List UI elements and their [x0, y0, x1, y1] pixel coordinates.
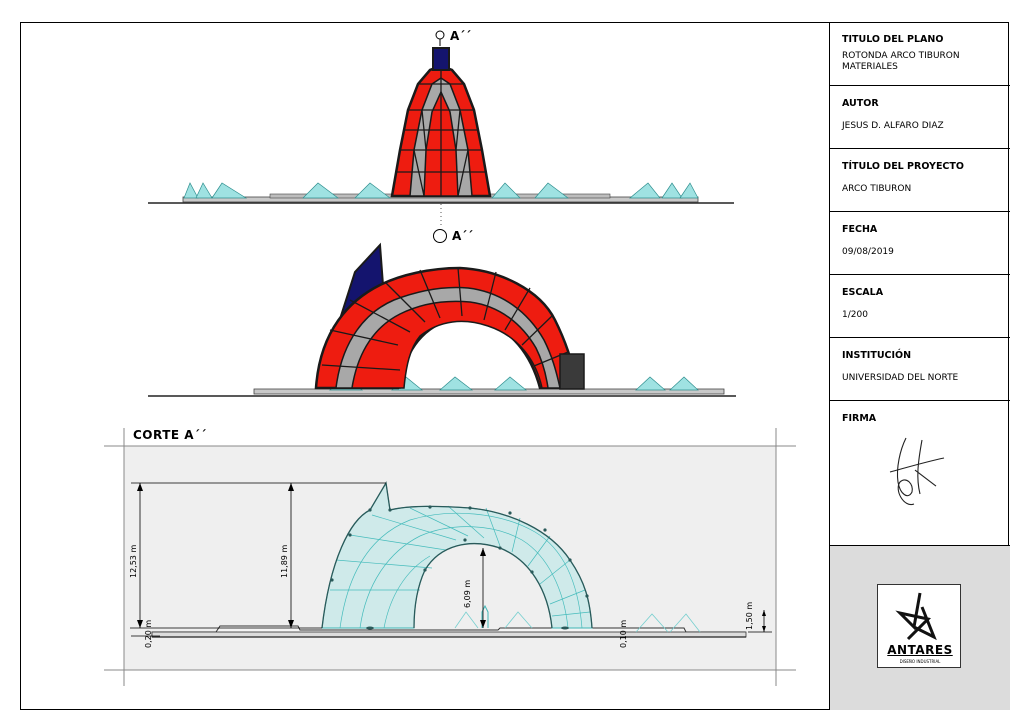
section-marker-middle: [433, 229, 447, 243]
dim-overall-height: 12,53 m: [129, 545, 138, 578]
section-marker-top: [435, 30, 445, 46]
titleblock-autor: AUTOR JESUS D. ALFARO DIAZ: [830, 86, 1010, 149]
titleblock-plano-value: ROTONDA ARCO TIBURON MATERIALES: [842, 51, 960, 72]
titleblock-firma-label: FIRMA: [842, 413, 877, 424]
logo-subtitle: DISEÑO INDUSTRIAL: [899, 659, 941, 664]
titleblock-plano: TITULO DEL PLANO ROTONDA ARCO TIBURON MA…: [830, 22, 1010, 86]
titleblock-institucion-value: UNIVERSIDAD DEL NORTE: [842, 373, 959, 383]
side-elevation: [148, 242, 736, 397]
titleblock-escala-label: ESCALA: [842, 287, 884, 298]
section-marker-top-label: A´´: [450, 29, 472, 43]
titleblock-proyecto: TÍTULO DEL PROYECTO ARCO TIBURON: [830, 149, 1010, 212]
titleblock-escala: ESCALA 1/200: [830, 275, 1010, 338]
logo-name: ANTARES: [887, 643, 953, 657]
titleblock-escala-value: 1/200: [842, 310, 868, 320]
star-icon: [895, 592, 937, 641]
titleblock-plano-label: TITULO DEL PLANO: [842, 34, 944, 45]
titleblock-institucion-label: INSTITUCIÓN: [842, 350, 912, 361]
titleblock-proyecto-value: ARCO TIBURON: [842, 184, 912, 194]
titleblock-fecha-label: FECHA: [842, 224, 878, 235]
titleblock-autor-label: AUTOR: [842, 98, 879, 109]
titleblock-institucion: INSTITUCIÓN UNIVERSIDAD DEL NORTE: [830, 338, 1010, 401]
antares-logo: ANTARES DISEÑO INDUSTRIAL: [877, 584, 961, 668]
dim-side-height: 1,50 m: [745, 602, 754, 630]
titleblock-proyecto-label: TÍTULO DEL PROYECTO: [842, 161, 964, 172]
front-elevation: [148, 47, 734, 226]
section-view: [104, 428, 796, 686]
title-block: TITULO DEL PLANO ROTONDA ARCO TIBURON MA…: [829, 22, 1010, 710]
section-title: CORTE A´´: [133, 428, 208, 442]
section-marker-middle-label: A´´: [452, 229, 474, 243]
titleblock-fecha-value: 09/08/2019: [842, 247, 894, 257]
titleblock-firma: FIRMA: [830, 401, 1010, 546]
titleblock-autor-value: JESUS D. ALFARO DIAZ: [842, 121, 944, 131]
dim-arch-height: 11,89 m: [280, 545, 289, 578]
dim-base-left: 0,20 m: [144, 620, 153, 648]
titleblock-fecha: FECHA 09/08/2019: [830, 212, 1010, 275]
dim-inner-height: 6,09 m: [463, 580, 472, 608]
logo-area: ANTARES DISEÑO INDUSTRIAL: [830, 546, 1010, 710]
dim-base-right: 0,10 m: [619, 620, 628, 648]
